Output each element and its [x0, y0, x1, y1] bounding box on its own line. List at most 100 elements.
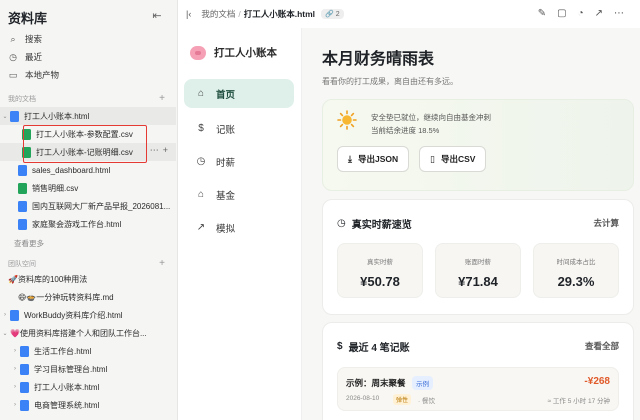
page-title: 本月财务晴雨表	[322, 51, 435, 68]
hourly-rate-card: ◷ 真实时薪速览 去计算 真实时薪 ¥50.78 账面时薪 ¥71.84 时间成…	[322, 199, 634, 315]
tree-item[interactable]: › 打工人小账本.html	[0, 378, 176, 396]
add-team-doc-icon[interactable]: +	[159, 259, 165, 269]
history-icon[interactable]: ◔	[578, 8, 584, 19]
calculate-link[interactable]: 去计算	[593, 217, 619, 229]
collapse-panel-icon[interactable]: |‹	[186, 9, 191, 19]
nav-hourly[interactable]: ◷ 时薪	[184, 147, 294, 176]
nav-home[interactable]: ⌂ 首页	[184, 79, 294, 108]
tree-item-label: 打工人小账本.html	[34, 382, 100, 392]
tree-item[interactable]: › 电商管理系统.html	[0, 396, 176, 414]
sidebar-item-recent[interactable]: ◷ 最近	[6, 48, 42, 66]
tree-item[interactable]: ⌄ 打工人小账本.html	[0, 107, 176, 125]
stat-value: ¥50.78	[360, 274, 400, 289]
tree-item[interactable]: 😄🍲一分钟玩转资料库.md	[0, 288, 176, 306]
see-more-link[interactable]: 查看更多	[14, 238, 44, 249]
tree-item-label: 😄🍲一分钟玩转资料库.md	[18, 292, 114, 302]
chevron-down-icon[interactable]: ⌄	[0, 113, 10, 120]
comment-icon[interactable]: ▢	[557, 8, 566, 19]
chevron-down-icon[interactable]: ⌄	[0, 330, 10, 337]
chevron-right-icon[interactable]: ›	[0, 312, 10, 318]
nav-fund[interactable]: ⌂ 基金	[184, 180, 294, 209]
clock-icon: ◷	[337, 218, 346, 229]
view-all-link[interactable]: 查看全部	[585, 340, 619, 352]
tree-item[interactable]: › 学习目标管理台.html	[0, 360, 176, 378]
record-item[interactable]: 示例：周末聚餐 示例 2026-08-10 弹性 · 餐饮 -¥268 ≈ 工作…	[337, 367, 619, 411]
button-label: 导出CSV	[440, 154, 476, 164]
record-work-hint: ≈ 工作 5 小时 17 分钟	[547, 398, 610, 405]
html-file-icon	[20, 399, 29, 411]
chevron-right-icon[interactable]: ›	[10, 384, 20, 390]
chevron-right-icon[interactable]: ›	[10, 366, 20, 372]
stat-label: 时间成本占比	[556, 259, 596, 266]
download-icon: ⤓	[348, 153, 352, 164]
record-title: 示例：周末聚餐	[346, 378, 406, 388]
stat-value: ¥71.84	[458, 274, 498, 289]
home-icon: ⌂	[197, 88, 205, 99]
more-icon[interactable]: ⋯	[150, 145, 159, 156]
more-icon[interactable]: ⋯	[614, 8, 624, 19]
button-label: 导出JSON	[357, 154, 399, 164]
tree-item-label: 生活工作台.html	[34, 346, 92, 356]
nav-label: 时薪	[216, 157, 236, 169]
tree-item[interactable]: 打工人小账本-参数配置.csv	[0, 125, 176, 143]
piggy-icon	[190, 45, 206, 60]
csv-file-icon	[22, 146, 31, 158]
currency-icon: $	[337, 341, 343, 352]
tree-item[interactable]: 打工人小账本-记账明细.csv ⋯ +	[0, 143, 176, 161]
edit-icon[interactable]: ✎	[538, 8, 546, 19]
tree-item[interactable]: 🚀资料库的100种用法	[0, 270, 176, 288]
file-icon: ▯	[430, 153, 435, 164]
my-docs-heading: 我的文档	[8, 96, 36, 103]
tree-item-label: 家庭聚会游戏工作台.html	[32, 219, 122, 229]
topbar-tools: ✎ ▢ ◔ ↗ ⋯	[538, 8, 624, 19]
export-json-button[interactable]: ⤓ 导出JSON	[337, 146, 410, 172]
chevron-right-icon[interactable]: ›	[10, 348, 20, 354]
html-file-icon	[10, 309, 19, 321]
tree-item[interactable]: 销售明细.csv	[0, 179, 176, 197]
status-card: 安全垫已就位，继续向自由基金冲刺 当前结余进度 18.5% ⤓ 导出JSON ▯…	[322, 99, 634, 191]
search-icon: ⌕	[10, 33, 16, 44]
breadcrumb-separator: /	[238, 9, 241, 19]
breadcrumb-parent[interactable]: 我的文档	[201, 8, 235, 20]
tree-item[interactable]: 家庭聚会游戏工作台.html	[0, 215, 176, 233]
nav-simulate[interactable]: ↗ 模拟	[184, 213, 294, 242]
html-file-icon	[20, 345, 29, 357]
nav-label: 基金	[216, 190, 236, 202]
sidebar-item-label: 本地产物	[25, 70, 60, 80]
sidebar-item-local[interactable]: ▭ 本地产物	[6, 66, 59, 84]
sidebar-item-search[interactable]: ⌕ 搜索	[6, 30, 42, 48]
export-csv-button[interactable]: ▯ 导出CSV	[419, 146, 487, 172]
html-file-icon	[20, 381, 29, 393]
csv-file-icon	[22, 128, 31, 140]
html-file-icon	[18, 218, 27, 230]
version-badge[interactable]: 🔗 2	[321, 9, 344, 19]
tree-item-label: WorkBuddy资料库介绍.html	[24, 310, 123, 320]
tree-item[interactable]: sales_dashboard.html	[0, 161, 176, 179]
add-icon[interactable]: +	[163, 145, 168, 156]
app-window: 资料库 ⇤ ⌕ 搜索 ◷ 最近 ▭ 本地产物 我的文档 + ⌄ 打工人小账本.h…	[0, 0, 640, 420]
share-icon[interactable]: ↗	[595, 8, 603, 19]
add-doc-icon[interactable]: +	[159, 94, 165, 104]
collapse-sidebar-icon[interactable]: ⇤	[149, 8, 165, 24]
clock-icon: ◷	[196, 156, 206, 167]
nav-bookkeeping[interactable]: $ 记账	[184, 114, 294, 143]
brand-label: 打工人小账本	[214, 47, 277, 59]
record-category-badge: 弹性	[393, 394, 412, 405]
html-file-icon	[10, 110, 19, 122]
tree-item-label: 💗使用资料库搭建个人和团队工作台...	[10, 328, 147, 338]
stat-time-cost: 时间成本占比 29.3%	[533, 243, 619, 298]
tree-item[interactable]: ⌄ 💗使用资料库搭建个人和团队工作台...	[0, 324, 176, 342]
nav-label: 模拟	[216, 223, 236, 235]
tree-item[interactable]: › WorkBuddy资料库介绍.html	[0, 306, 176, 324]
tree-item-label: 电商管理系统.html	[34, 400, 100, 410]
nav-label: 记账	[216, 124, 236, 136]
section-title: $ 最近 4 笔记账	[337, 339, 410, 354]
chevron-right-icon[interactable]: ›	[10, 402, 20, 408]
record-date: 2026-08-10	[346, 395, 380, 402]
tree-item[interactable]: 国内互联网大厂新产品早报_2026081...	[0, 197, 176, 215]
sidebar-title: 资料库	[8, 11, 48, 26]
document-topbar: |‹ 我的文档 / 打工人小账本.html 🔗 2 ✎ ▢ ◔ ↗ ⋯	[178, 0, 640, 28]
tree-item[interactable]: › 生活工作台.html	[0, 342, 176, 360]
progress-line: 当前结余进度 18.5%	[371, 126, 440, 135]
chart-icon: ↗	[196, 222, 206, 233]
